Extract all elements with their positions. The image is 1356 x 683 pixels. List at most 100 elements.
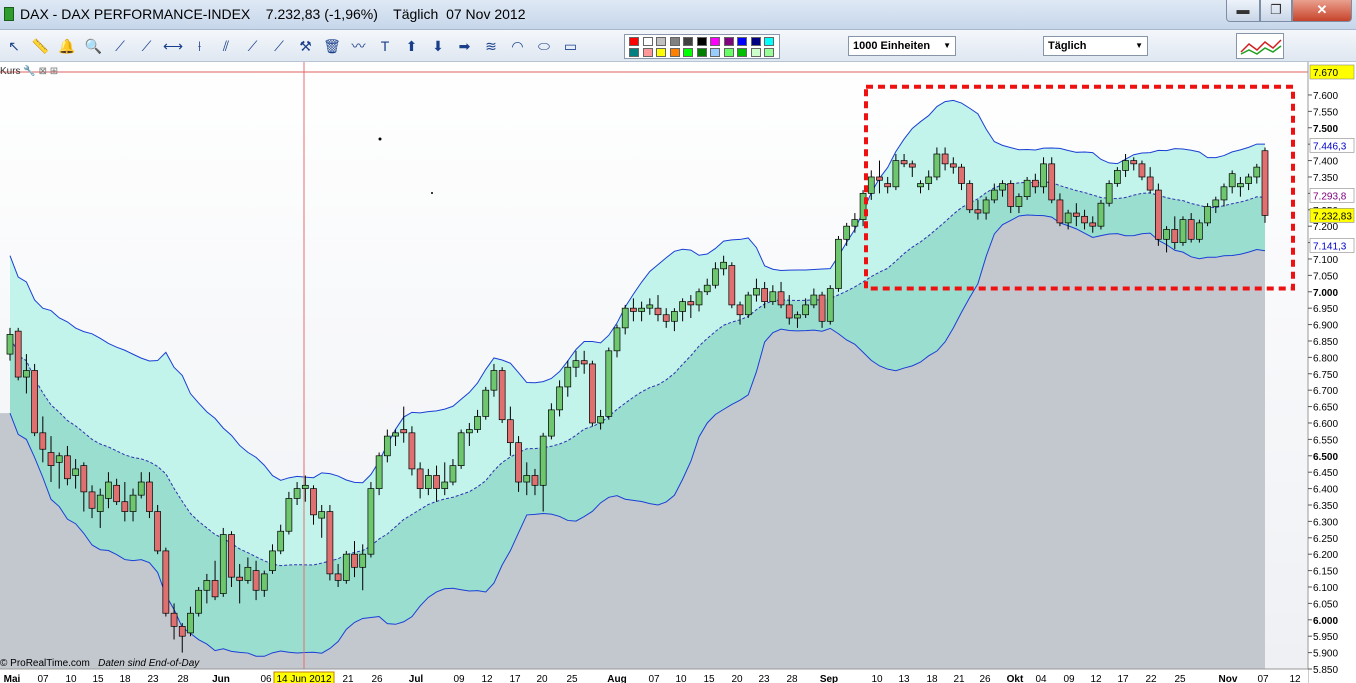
color-swatch[interactable]	[751, 48, 761, 57]
y-tick-label: 6.300	[1313, 517, 1338, 528]
horizontal-line-icon[interactable]: ⟷	[163, 36, 183, 56]
color-swatch[interactable]	[683, 48, 693, 57]
maximize-button[interactable]: ❐	[1260, 0, 1292, 22]
color-swatch[interactable]	[629, 48, 639, 57]
indicator-icon[interactable]: ≋	[481, 36, 501, 56]
right-arrow-icon[interactable]: ➡	[455, 36, 475, 56]
units-select-value: 1000 Einheiten	[853, 40, 930, 52]
color-swatch[interactable]	[656, 48, 666, 57]
y-tick-label: 7.350	[1313, 173, 1338, 184]
panel-close-icon[interactable]: ⊠	[39, 66, 47, 77]
color-swatch[interactable]	[697, 37, 707, 46]
alert-bell-icon[interactable]: 🔔	[57, 36, 77, 56]
color-swatch[interactable]	[643, 37, 653, 46]
color-swatch[interactable]	[764, 37, 774, 46]
color-swatch[interactable]	[710, 37, 720, 46]
color-swatch[interactable]	[697, 48, 707, 57]
trendline-icon[interactable]: ⟋	[110, 36, 130, 56]
color-swatch[interactable]	[710, 48, 720, 57]
wrench-icon[interactable]: 🔧	[23, 66, 35, 77]
candle	[155, 505, 161, 554]
y-tick-label: 6.400	[1313, 485, 1338, 496]
y-tick-label: 6.750	[1313, 370, 1338, 381]
candle	[196, 587, 202, 617]
wave-icon[interactable]: 〰	[349, 36, 369, 56]
x-tick-label: Mai	[4, 674, 21, 683]
color-swatch[interactable]	[737, 48, 747, 57]
x-tick-label: 14 Jun 2012	[276, 674, 331, 683]
text-icon[interactable]: T	[375, 36, 395, 56]
color-swatch[interactable]	[737, 37, 747, 46]
x-tick-label: 10	[871, 674, 883, 683]
x-tick-label: 15	[703, 674, 715, 683]
units-select[interactable]: 1000 Einheiten ▼	[848, 36, 956, 56]
gann-icon[interactable]: ⟋	[269, 36, 289, 56]
x-tick-label: 20	[731, 674, 743, 683]
x-tick-label: 06	[260, 674, 272, 683]
y-tick-label: 6.200	[1313, 550, 1338, 561]
rectangle-icon[interactable]: ▭	[561, 36, 581, 56]
y-tick-label: 6.850	[1313, 337, 1338, 348]
y-tick-label: 7.600	[1313, 91, 1338, 102]
down-arrow-icon[interactable]: ⬇	[428, 36, 448, 56]
y-tick-label: 6.950	[1313, 304, 1338, 315]
y-tick-label: 7.000	[1313, 288, 1338, 299]
color-swatch[interactable]	[724, 37, 734, 46]
vertical-line-icon[interactable]: ⟊	[190, 36, 210, 56]
candle	[15, 328, 21, 380]
x-tick-label: 12	[1289, 674, 1301, 683]
color-swatch[interactable]	[643, 48, 653, 57]
y-tick-label: 6.150	[1313, 567, 1338, 578]
candle	[1180, 216, 1186, 246]
channel-icon[interactable]: ⫽	[216, 36, 236, 56]
x-tick-label: 21	[342, 674, 354, 683]
color-swatch[interactable]	[683, 37, 693, 46]
color-swatch[interactable]	[656, 37, 666, 46]
x-tick-label: 09	[453, 674, 465, 683]
candle	[327, 505, 333, 580]
x-tick-label: 18	[119, 674, 131, 683]
footer-source: © ProRealTime.com	[0, 658, 90, 669]
zoom-icon[interactable]: 🔍	[84, 36, 104, 56]
price-chart[interactable]: 7.6007.5507.5007.4507.4007.3507.3007.250…	[0, 62, 1356, 683]
arc-icon[interactable]: ◠	[508, 36, 528, 56]
y-tick-label: 5.900	[1313, 649, 1338, 660]
period-select[interactable]: Täglich ▼	[1043, 36, 1148, 56]
color-swatch[interactable]	[764, 48, 774, 57]
y-tick-label: 6.250	[1313, 534, 1338, 545]
close-button[interactable]: ✕	[1292, 0, 1352, 22]
fibonacci-icon[interactable]: ⟋	[243, 36, 263, 56]
candle	[1049, 157, 1055, 203]
candle	[32, 364, 38, 436]
candle	[1262, 147, 1268, 222]
candle	[483, 387, 489, 420]
candle	[967, 180, 973, 213]
value-tag-label: 7.293,8	[1313, 191, 1347, 202]
color-swatch[interactable]	[724, 48, 734, 57]
window-title-bar: DAX - DAX PERFORMANCE-INDEX 7.232,83 (-1…	[0, 0, 1356, 30]
candle	[458, 430, 464, 469]
tools-icon[interactable]: ⚒	[296, 36, 316, 56]
candle	[745, 292, 751, 318]
color-palette[interactable]	[624, 34, 780, 59]
color-swatch[interactable]	[670, 48, 680, 57]
color-swatch[interactable]	[751, 37, 761, 46]
candle	[1098, 200, 1104, 230]
candle	[499, 367, 505, 423]
ruler-icon[interactable]: 📏	[31, 36, 51, 56]
y-tick-label: 6.800	[1313, 353, 1338, 364]
minimize-button[interactable]: ▬	[1226, 0, 1260, 22]
ellipse-icon[interactable]: ⬭	[534, 36, 554, 56]
panel-add-icon[interactable]: ⊞	[50, 66, 58, 77]
x-tick-label: 09	[1063, 674, 1075, 683]
pointer-icon[interactable]: ↖	[4, 36, 24, 56]
color-swatch[interactable]	[670, 37, 680, 46]
chart-style-button[interactable]	[1236, 33, 1284, 59]
ray-icon[interactable]: ⟋	[137, 36, 157, 56]
candle	[286, 492, 292, 535]
x-tick-label: 25	[1174, 674, 1186, 683]
candlestick-chart-svg[interactable]: 7.6007.5507.5007.4507.4007.3507.3007.250…	[0, 62, 1356, 683]
up-arrow-icon[interactable]: ⬆	[402, 36, 422, 56]
trash-icon[interactable]: 🗑	[322, 36, 342, 56]
color-swatch[interactable]	[629, 37, 639, 46]
